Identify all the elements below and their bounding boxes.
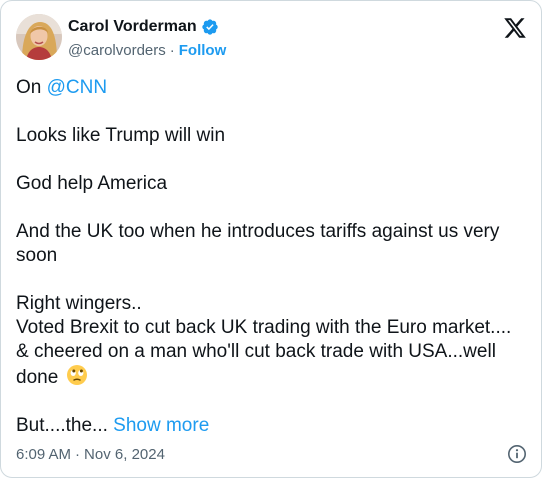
tweet-paragraph: On @CNN <box>16 76 532 100</box>
info-icon[interactable] <box>507 444 527 464</box>
tweet-paragraph: Looks like Trump will win <box>16 125 226 146</box>
tweet-paragraph: And the UK too when he introduces tariff… <box>16 221 500 266</box>
tweet-line: Voted Brexit to cut back UK trading with… <box>16 317 512 338</box>
tweet-time: 6:09 AM <box>16 446 72 463</box>
eye-roll-emoji-icon <box>66 364 88 386</box>
handle-separator: · <box>169 42 175 59</box>
show-more-link[interactable]: Show more <box>113 415 209 436</box>
tweet-date: Nov 6, 2024 <box>84 446 165 463</box>
author-name-row: Carol Vorderman <box>68 17 219 37</box>
timestamp-separator: · <box>75 446 81 463</box>
tweet-timestamp[interactable]: 6:09 AM · Nov 6, 2024 <box>16 445 165 465</box>
avatar[interactable] <box>16 14 62 60</box>
verified-badge-icon <box>201 18 219 36</box>
tweet-paragraph: Right wingers.. Voted Brexit to cut back … <box>16 292 532 390</box>
tweet-paragraph: God help America <box>16 173 168 194</box>
tweet-line: Right wingers.. <box>16 293 142 314</box>
tweet-text-segment: On <box>16 77 47 98</box>
tweet-card: Carol Vorderman @carolvorders · Follow On … <box>0 0 542 478</box>
tweet-paragraph: But....the... Show more <box>16 414 532 438</box>
author-handle[interactable]: @carolvorders <box>68 42 166 59</box>
tweet-text-segment: But....the... <box>16 415 108 436</box>
tweet-line: & cheered on a man who'll cut back trade… <box>16 341 496 388</box>
mention-link[interactable]: @CNN <box>47 77 107 98</box>
follow-button[interactable]: Follow <box>179 42 227 59</box>
tweet-text: On @CNN Looks like Trump will win God he… <box>16 76 532 462</box>
author-handle-row: @carolvorders · Follow <box>68 41 226 61</box>
author-display-name[interactable]: Carol Vorderman <box>68 17 197 37</box>
x-logo-icon[interactable] <box>503 16 527 40</box>
